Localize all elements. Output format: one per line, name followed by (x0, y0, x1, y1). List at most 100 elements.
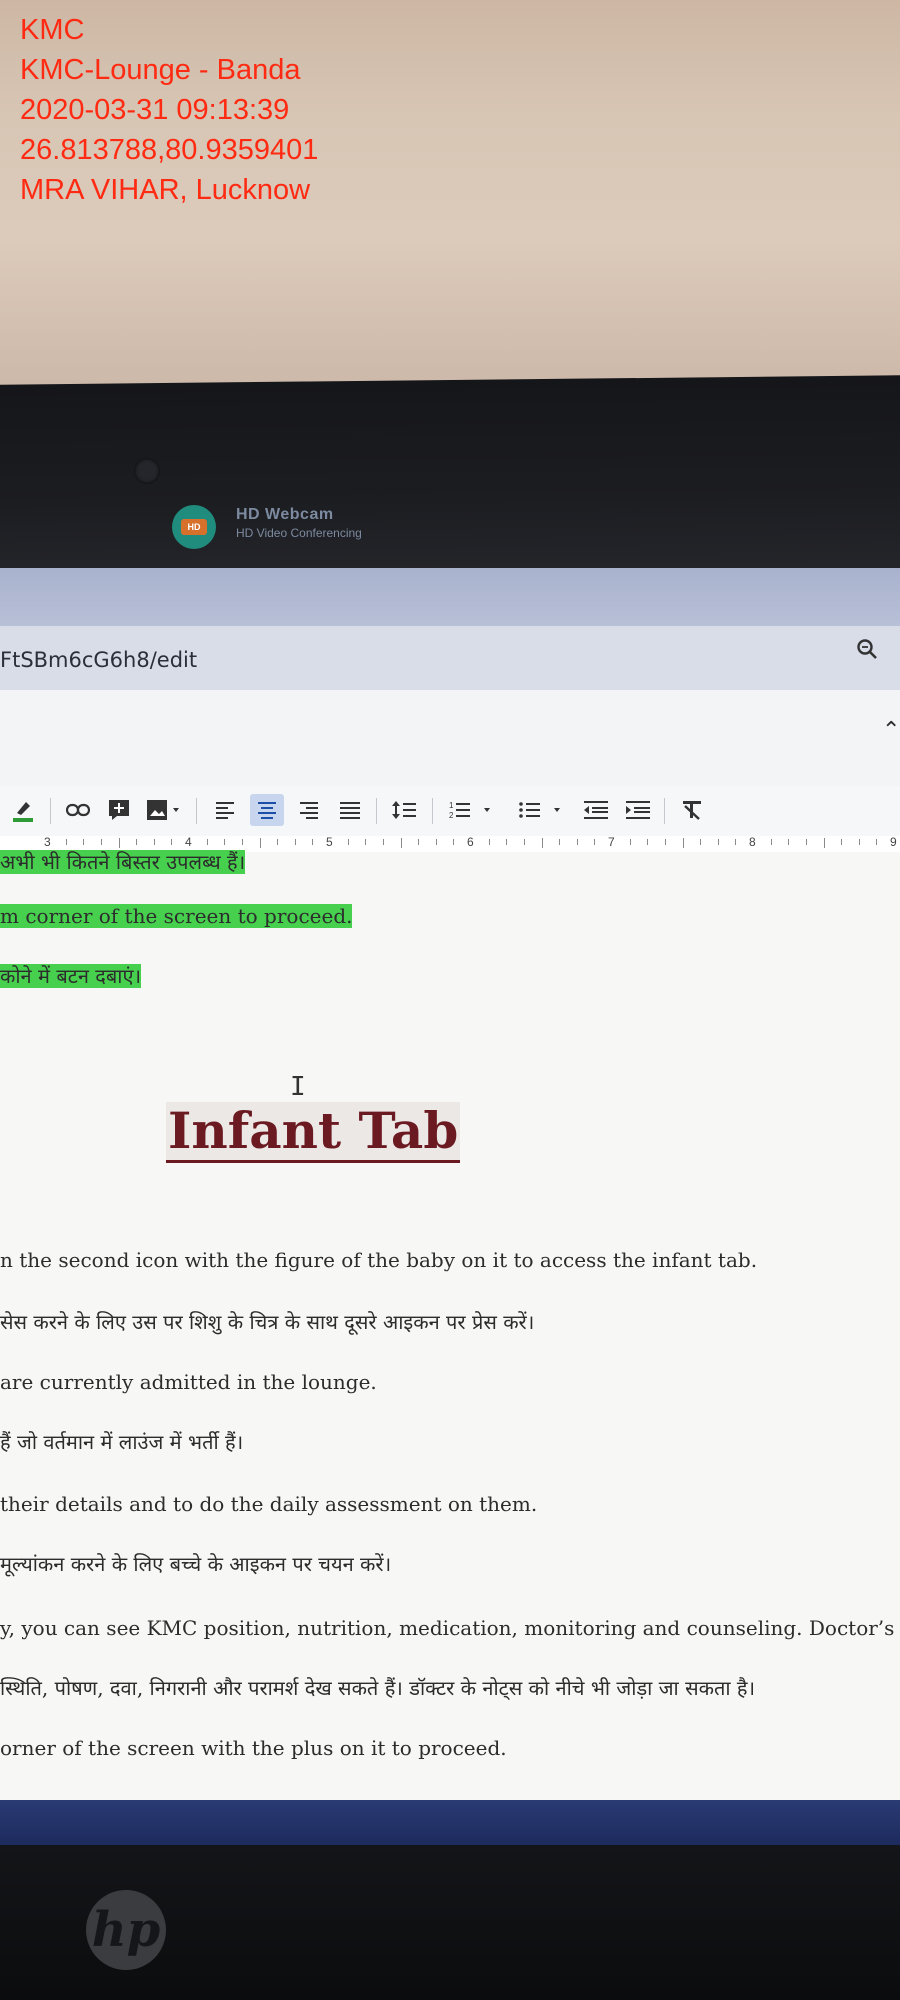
doc-paragraph[interactable]: their details and to do the daily assess… (0, 1492, 537, 1516)
taskbar[interactable] (0, 1800, 900, 1845)
ruler-number: 9 (890, 835, 897, 849)
ruler-tick (118, 838, 120, 848)
toolbar-separator (50, 798, 51, 824)
ruler-tick (647, 839, 649, 845)
ruler-tick (206, 839, 208, 845)
ruler-tick (629, 839, 631, 845)
webcam-logo-icon: HD (172, 505, 216, 549)
ruler-tick (83, 839, 85, 845)
doc-paragraph[interactable]: मूल्यांकन करने के लिए बच्चे के आइकन पर च… (0, 1550, 391, 1577)
ruler-tick (312, 839, 314, 845)
align-center-icon[interactable] (250, 794, 284, 826)
insert-image-icon[interactable] (144, 794, 188, 826)
doc-paragraph[interactable]: सेस करने के लिए उस पर शिशु के चित्र के स… (0, 1308, 534, 1335)
increase-indent-icon[interactable] (622, 794, 654, 826)
ruler-tick (153, 839, 155, 845)
ruler-tick (664, 839, 666, 845)
ruler-tick (858, 839, 860, 845)
stamp-line-3: 2020-03-31 09:13:39 (20, 94, 290, 126)
stamp-line-4: 26.813788,80.9359401 (20, 134, 319, 166)
doc-line[interactable]: कोने में बटन दबाएं। (0, 962, 142, 989)
ruler-tick (594, 839, 596, 845)
webcam-title: HD Webcam (236, 506, 334, 523)
url-text[interactable]: FtSBm6cG6h8/edit (0, 648, 197, 672)
ruler-tick (241, 839, 243, 845)
ruler-tick (435, 839, 437, 845)
decrease-indent-icon[interactable] (580, 794, 612, 826)
doc-paragraph[interactable]: orner of the screen with the plus on it … (0, 1736, 507, 1760)
doc-line[interactable]: m corner of the screen to proceed. (0, 904, 353, 928)
numbered-list-icon[interactable]: 12 (446, 794, 502, 826)
ruler-number: 3 (44, 835, 51, 849)
webcam-badge: HD (181, 519, 207, 535)
ruler-tick (735, 839, 737, 845)
text-cursor-icon: I (290, 1072, 306, 1102)
stamp-line-2: KMC-Lounge - Banda (20, 54, 301, 86)
ruler-tick (100, 839, 102, 845)
webcam-label: HD Webcam HD Video Conferencing (236, 506, 362, 540)
ruler-tick (259, 838, 261, 848)
stamp-line-1: KMC (20, 14, 85, 46)
bulleted-list-icon[interactable] (516, 794, 572, 826)
toolbar-separator (376, 798, 377, 824)
ruler-tick (65, 839, 67, 845)
magnifier-icon[interactable] (852, 634, 882, 664)
ruler-number: 8 (749, 835, 756, 849)
ruler-tick (382, 839, 384, 845)
ruler-tick (523, 839, 525, 845)
toolbar-separator (432, 798, 433, 824)
doc-paragraph[interactable]: n the second icon with the figure of the… (0, 1248, 757, 1272)
clear-formatting-icon[interactable] (676, 794, 708, 826)
ruler-tick (506, 839, 508, 845)
ruler-tick (576, 839, 578, 845)
ruler-tick (770, 839, 772, 845)
line-spacing-icon[interactable] (388, 794, 420, 826)
section-heading[interactable]: Infant Tab (166, 1102, 461, 1163)
ruler-tick (717, 839, 719, 845)
highlighted-text[interactable]: कोने में बटन दबाएं। (0, 964, 142, 988)
align-justify-icon[interactable] (334, 794, 366, 826)
ruler-tick (347, 839, 349, 845)
ruler-tick (171, 839, 173, 845)
align-right-icon[interactable] (292, 794, 324, 826)
highlighted-text[interactable]: अभी भी कितने बिस्तर उपलब्ध हैं। (0, 850, 246, 874)
hp-logo-icon: hp (86, 1890, 166, 1970)
ruler-tick (400, 838, 402, 848)
chevron-up-icon[interactable]: ⌃ (882, 718, 900, 743)
document-page[interactable]: अभी भी कितने बिस्तर उपलब्ध हैं। m corner… (0, 850, 900, 1800)
highlighted-text[interactable]: m corner of the screen to proceed. (0, 904, 353, 928)
ruler-tick (876, 839, 878, 845)
laptop-screen: FtSBm6cG6h8/edit ⌃ 1 2 3 4 5 6 7 8 9 अभी… (0, 568, 900, 1800)
highlight-pen-icon[interactable] (8, 794, 38, 826)
docs-menu-bar (0, 690, 900, 786)
ruler-tick (277, 839, 279, 845)
toolbar-separator (196, 798, 197, 824)
doc-paragraph[interactable]: हैं जो वर्तमान में लाउंज में भर्ती हैं। (0, 1428, 243, 1455)
ruler-number: 7 (608, 835, 615, 849)
laptop-top-bezel (0, 375, 900, 585)
stamp-line-5: MRA VIHAR, Lucknow (20, 174, 311, 206)
photo-timestamp-overlay: KMC KMC-Lounge - Banda 2020-03-31 09:13:… (20, 10, 318, 210)
ruler-tick (541, 838, 543, 848)
align-left-icon[interactable] (210, 794, 242, 826)
insert-comment-icon[interactable] (104, 794, 134, 826)
ruler-tick (841, 839, 843, 845)
doc-paragraph[interactable]: are currently admitted in the lounge. (0, 1370, 377, 1394)
formatting-toolbar: 12 (0, 786, 900, 836)
ruler-tick (559, 839, 561, 845)
browser-tab-strip[interactable] (0, 568, 900, 626)
doc-paragraph[interactable]: स्थिति, पोषण, दवा, निगरानी और परामर्श दे… (0, 1674, 755, 1701)
ruler-tick (136, 839, 138, 845)
toolbar-separator (664, 798, 665, 824)
ruler-tick (418, 839, 420, 845)
ruler-tick (224, 839, 226, 845)
ruler-tick (453, 839, 455, 845)
svg-text:1: 1 (449, 801, 454, 810)
ruler-number: 6 (467, 835, 474, 849)
ruler-tick (682, 838, 684, 848)
doc-paragraph[interactable]: y, you can see KMC position, nutrition, … (0, 1616, 900, 1640)
ruler-tick (365, 839, 367, 845)
doc-line-partial[interactable]: अभी भी कितने बिस्तर उपलब्ध हैं। (0, 848, 246, 875)
webcam-lens (134, 458, 160, 484)
link-icon[interactable] (62, 794, 94, 826)
